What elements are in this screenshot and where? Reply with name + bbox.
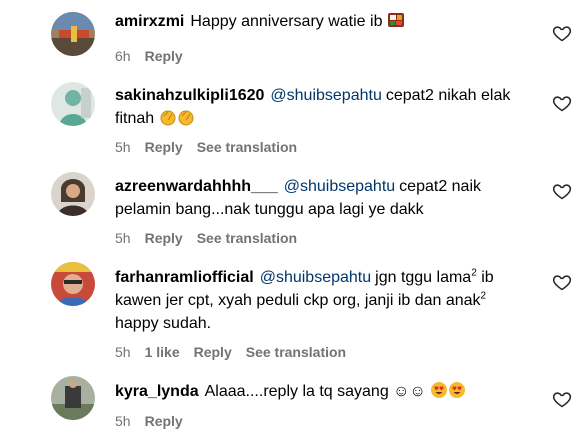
comment-time: 5h xyxy=(115,139,131,155)
comment-meta: 5h Reply xyxy=(115,413,197,429)
avatar[interactable] xyxy=(51,82,95,126)
likes-count[interactable]: 1 like xyxy=(145,344,180,360)
avatar[interactable] xyxy=(51,376,95,420)
bento-icon xyxy=(387,11,405,29)
comment-line: pelamin bang...nak tunggu apa lagi ye da… xyxy=(115,201,424,218)
reply-button[interactable]: Reply xyxy=(194,344,232,360)
comment-time: 6h xyxy=(115,48,131,64)
comment-username[interactable]: azreenwardahhhh___ xyxy=(115,178,278,195)
see-translation-button[interactable]: See translation xyxy=(246,344,346,360)
comment-line: Alaaa....reply la tq sayang ☺☺ xyxy=(204,383,426,400)
comment-time: 5h xyxy=(115,230,131,246)
comment-text: farhanramliofficial @shuibsepahtu jgn tggu… xyxy=(115,266,535,335)
comment-text: sakinahzulkipli1620 @shuibsepahtu cepat2 n… xyxy=(115,84,535,130)
avatar[interactable] xyxy=(51,172,95,216)
comment-username[interactable]: amirxzmi xyxy=(115,13,184,30)
like-heart-icon[interactable] xyxy=(552,23,572,43)
comment-text: azreenwardahhhh___ @shuibsepahtu cepat2 na… xyxy=(115,175,535,221)
comment-meta: 6h Reply xyxy=(115,48,197,64)
reply-button[interactable]: Reply xyxy=(145,139,183,155)
comment-meta: 5h 1 like Reply See translation xyxy=(115,344,360,360)
superscript: 2 xyxy=(471,267,477,279)
see-translation-button[interactable]: See translation xyxy=(197,139,297,155)
comment-username[interactable]: farhanramliofficial xyxy=(115,269,254,286)
mention-link[interactable]: @shuibsepahtu xyxy=(270,87,381,104)
comment-line: fitnah xyxy=(115,110,155,127)
reply-button[interactable]: Reply xyxy=(145,230,183,246)
heart-eyes-icon xyxy=(430,381,448,399)
avatar[interactable] xyxy=(51,262,95,306)
comment-line: cepat2 nikah elak xyxy=(385,87,511,104)
like-heart-icon[interactable] xyxy=(552,389,572,409)
comment-line: ib xyxy=(481,269,494,286)
like-heart-icon[interactable] xyxy=(552,93,572,113)
comment-time: 5h xyxy=(115,344,131,360)
comment-meta: 5h Reply See translation xyxy=(115,139,311,155)
comment-meta: 5h Reply See translation xyxy=(115,230,311,246)
reply-button[interactable]: Reply xyxy=(145,48,183,64)
comment-username[interactable]: kyra_lynda xyxy=(115,383,199,400)
avatar[interactable] xyxy=(51,12,95,56)
clapping-hands-icon xyxy=(159,108,177,126)
see-translation-button[interactable]: See translation xyxy=(197,230,297,246)
comment-line: Happy anniversary watie ib xyxy=(190,13,383,30)
comment-line: cepat2 naik xyxy=(399,178,482,195)
superscript: 2 xyxy=(480,290,487,302)
comment-text: amirxzmi Happy anniversary watie ib xyxy=(115,10,535,33)
comment-text: kyra_lynda Alaaa....reply la tq sayang ☺☺ xyxy=(115,380,535,403)
clapping-hands-icon xyxy=(177,108,195,126)
comment-username[interactable]: sakinahzulkipli1620 xyxy=(115,87,264,104)
comment-time: 5h xyxy=(115,413,131,429)
comment-line: jgn tggu lama xyxy=(375,269,472,286)
like-heart-icon[interactable] xyxy=(552,272,572,292)
mention-link[interactable]: @shuibsepahtu xyxy=(260,269,371,286)
like-heart-icon[interactable] xyxy=(552,181,572,201)
reply-button[interactable]: Reply xyxy=(145,413,183,429)
comment-line: happy sudah. xyxy=(115,315,212,332)
heart-eyes-icon xyxy=(448,381,466,399)
comment-line: kawen jer cpt, xyah peduli ckp org, janj… xyxy=(115,292,481,309)
mention-link[interactable]: @shuibsepahtu xyxy=(284,178,395,195)
